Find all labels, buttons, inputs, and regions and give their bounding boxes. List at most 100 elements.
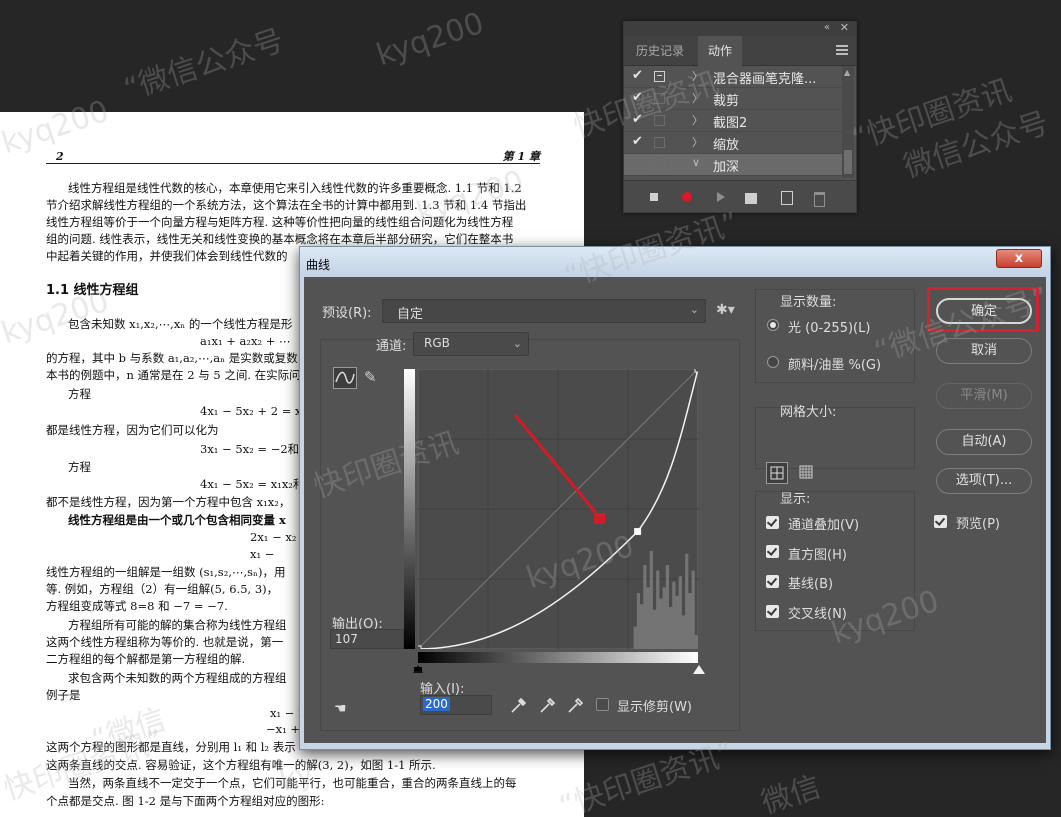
histogram-label: 直方图(H) — [788, 548, 847, 563]
tab-actions[interactable]: 动作 — [698, 36, 743, 66]
output-gradient — [404, 369, 415, 649]
close-button[interactable]: x — [996, 249, 1042, 268]
collapse-icon[interactable]: « — [824, 22, 830, 33]
doc-line: 方程 — [68, 460, 91, 474]
curve-point — [694, 369, 698, 373]
channel-select[interactable]: RGB ⌄ — [413, 332, 529, 356]
show-title: 显示: — [780, 492, 811, 507]
dialog-toggle-icon[interactable] — [654, 137, 665, 148]
check-icon[interactable]: ✔ — [632, 68, 643, 83]
baseline-checkbox[interactable] — [766, 575, 779, 588]
doc-line: 这两个线性方程组称为等价的. 也就是说，第一 — [46, 635, 284, 649]
preset-select[interactable]: 自定 ⌄ — [382, 299, 706, 323]
simple-grid-icon[interactable] — [766, 462, 788, 484]
intersection-line-checkbox[interactable] — [766, 605, 779, 618]
scroll-thumb[interactable] — [844, 150, 852, 174]
expand-icon[interactable]: 〉 — [692, 68, 703, 84]
new-action-icon[interactable] — [778, 189, 794, 205]
action-name: 混合器画笔克隆... — [713, 72, 817, 87]
black-eyedropper-icon[interactable] — [509, 697, 527, 715]
channel-overlay-label: 通道叠加(V) — [788, 518, 860, 533]
curves-dialog: 曲线 x 预设(R): 自定 ⌄ ✱▾ 通道: RGB ⌄ ✎ 输出(O): 1… — [299, 246, 1051, 750]
doc-line: 线性方程组等价于一个向量方程与矩阵方程. 这种等价性把向量的线性组合问题化为线性… — [46, 215, 514, 229]
dialog-titlebar[interactable]: 曲线 x — [300, 247, 1050, 277]
histogram-checkbox[interactable] — [766, 545, 779, 558]
light-radio[interactable] — [767, 319, 779, 331]
cancel-button[interactable]: 取消 — [936, 338, 1032, 364]
dialog-body: 预设(R): 自定 ⌄ ✱▾ 通道: RGB ⌄ ✎ 输出(O): 107 输入… — [304, 277, 1046, 743]
white-eyedropper-icon[interactable] — [566, 697, 584, 715]
input-field[interactable]: 200 — [420, 695, 492, 715]
curve-graph[interactable] — [418, 369, 698, 649]
action-row[interactable]: ✔ 〉 裁剪 — [624, 88, 842, 110]
black-point-slider[interactable] — [413, 665, 423, 673]
channel-label: 通道: — [376, 339, 407, 354]
preview-checkbox[interactable] — [934, 515, 947, 528]
new-set-icon[interactable] — [743, 189, 759, 205]
action-name: 加深 — [713, 160, 740, 175]
output-field[interactable]: 107 — [330, 629, 404, 649]
dialog-toggle-icon[interactable] — [654, 71, 665, 82]
expand-icon[interactable]: 〉 — [692, 134, 703, 150]
doc-line: a₁x₁ + a₂x₂ + ⋯ — [200, 334, 291, 348]
target-adjust-icon[interactable]: ☚ — [334, 701, 347, 717]
doc-line: 个点都是交点. 图 1-2 是与下面两个方程组对应的图形: — [46, 794, 325, 808]
action-name: 缩放 — [713, 138, 740, 153]
dialog-toggle-icon[interactable] — [654, 115, 665, 126]
action-row[interactable]: ✔ 〉 截图2 — [624, 110, 842, 132]
doc-line: 节介绍求解线性方程组的一个系统方法，这个算法在全书的计算中都用到. 1.3 节和… — [46, 198, 527, 212]
chapter-title: 第 1 章 — [502, 150, 540, 163]
doc-line: 线性方程组是线性代数的核心，本章使用它来引入线性代数的许多重要概念. 1.1 节… — [68, 181, 522, 195]
input-gradient — [418, 652, 698, 663]
doc-line: x₁ − — [250, 547, 275, 561]
white-point-slider[interactable] — [693, 665, 705, 674]
doc-line: 中起着关键的作用，并使我们体会到线性代数的 — [46, 249, 288, 263]
curve-point — [634, 528, 642, 536]
tab-history[interactable]: 历史记录 — [626, 36, 694, 66]
check-icon[interactable]: ✔ — [632, 134, 643, 149]
doc-line: 4x₁ − 5x₂ = x₁x₂和 — [200, 477, 305, 491]
doc-line: 方程 — [68, 387, 91, 401]
expand-icon[interactable]: 〉 — [692, 90, 703, 106]
auto-button[interactable]: 自动(A) — [936, 429, 1032, 455]
page-number: 2 — [56, 150, 64, 163]
check-icon[interactable]: ✔ — [632, 90, 643, 105]
stop-icon[interactable] — [646, 189, 662, 205]
play-icon[interactable] — [712, 189, 728, 205]
actions-panel: « ✕ 历史记录 动作 ✔ 〉 混合器画笔克隆... ✔ 〉 裁剪 ✔ 〉 截图… — [623, 21, 857, 213]
detailed-grid-icon[interactable] — [796, 462, 818, 484]
check-icon[interactable]: ✔ — [632, 112, 643, 127]
gray-eyedropper-icon[interactable] — [538, 697, 556, 715]
watermark: “微信公众号 — [119, 23, 288, 108]
dialog-toggle-icon[interactable] — [654, 93, 665, 104]
show-clipping-checkbox[interactable] — [596, 698, 609, 711]
smooth-button[interactable]: 平滑(M) — [936, 383, 1032, 409]
action-row[interactable]: ✔ 〉 混合器画笔克隆... — [624, 66, 842, 88]
channel-overlay-checkbox[interactable] — [766, 516, 779, 529]
doc-line: 等. 例如，方程组（2）有一组解(5, 6.5, 3)， — [46, 582, 279, 596]
actions-list: ✔ 〉 混合器画笔克隆... ✔ 〉 裁剪 ✔ 〉 截图2 ✔ 〉 缩放 ∨ 加… — [624, 66, 842, 176]
dialog-toggle-icon[interactable] — [654, 159, 665, 170]
doc-line: 3x₁ − 5x₂ = −2和2 — [200, 442, 307, 456]
pencil-icon[interactable]: ✎ — [364, 368, 377, 386]
doc-line: 本书的例题中，n 通常是在 2 与 5 之间. 在实际问 — [46, 368, 301, 382]
doc-line: 的方程，其中 b 与系数 a₁,a₂,⋯,aₙ 是实数或复数 — [46, 351, 298, 365]
doc-line: 例子是 — [46, 688, 81, 702]
close-icon[interactable]: ✕ — [840, 21, 849, 34]
curve-point — [418, 645, 422, 649]
panel-menu-icon[interactable] — [836, 45, 848, 57]
trash-icon[interactable] — [810, 189, 826, 207]
panel-topbar: « ✕ — [624, 21, 856, 36]
options-button[interactable]: 选项(T)... — [936, 468, 1032, 494]
curve-tool-icon[interactable] — [333, 367, 357, 389]
pigment-radio[interactable] — [767, 356, 779, 368]
collapse-row-icon[interactable]: ∨ — [692, 156, 700, 169]
baseline-label: 基线(B) — [788, 577, 834, 592]
expand-icon[interactable]: 〉 — [692, 112, 703, 128]
gear-icon[interactable]: ✱▾ — [716, 302, 735, 318]
action-row[interactable]: ✔ 〉 缩放 — [624, 132, 842, 154]
action-row-selected[interactable]: ∨ 加深 — [624, 154, 842, 176]
record-icon[interactable] — [679, 189, 695, 205]
scroll-up-icon[interactable]: ▲ — [844, 68, 850, 77]
actions-scrollbar[interactable]: ▲ — [842, 66, 854, 178]
